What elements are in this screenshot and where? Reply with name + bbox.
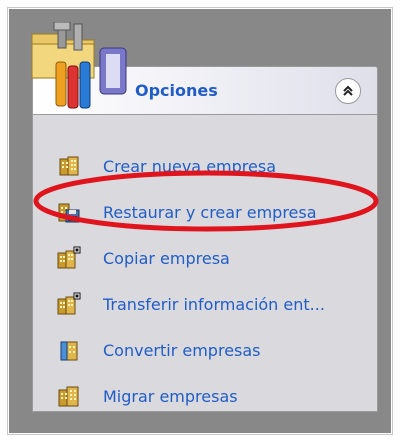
building-convert-icon (57, 338, 81, 362)
building-transfer-icon (57, 292, 81, 316)
menu-item-label: Copiar empresa (103, 248, 230, 268)
menu-item-convertir-empresas[interactable]: Convertir empresas (57, 333, 375, 367)
menu-item-copiar-empresa[interactable]: Copiar empresa (57, 241, 375, 275)
building-icon (57, 154, 81, 178)
building-disk-icon (57, 200, 81, 224)
options-panel: Opciones Crear nueva empresa Restaurar y… (32, 66, 378, 412)
panel-title: Opciones (135, 81, 218, 100)
tools-folder-icon (28, 21, 132, 112)
menu-item-label: Convertir empresas (103, 340, 261, 360)
building-migrate-icon (57, 384, 81, 408)
menu-item-label: Migrar empresas (103, 386, 238, 406)
menu-item-transferir-informacion[interactable]: Transferir información ent... (57, 287, 375, 321)
building-copy-icon (57, 246, 81, 270)
menu-item-restaurar-y-crear-empresa[interactable]: Restaurar y crear empresa (57, 195, 375, 229)
menu-item-label: Restaurar y crear empresa (103, 202, 317, 222)
double-chevron-up-icon[interactable] (335, 78, 361, 104)
menu-item-crear-nueva-empresa[interactable]: Crear nueva empresa (57, 149, 375, 183)
menu-item-label: Crear nueva empresa (103, 156, 276, 176)
options-panel-body: Crear nueva empresa Restaurar y crear em… (32, 114, 378, 412)
menu-item-label: Transferir información ent... (103, 294, 325, 314)
menu-item-migrar-empresas[interactable]: Migrar empresas (57, 379, 375, 413)
